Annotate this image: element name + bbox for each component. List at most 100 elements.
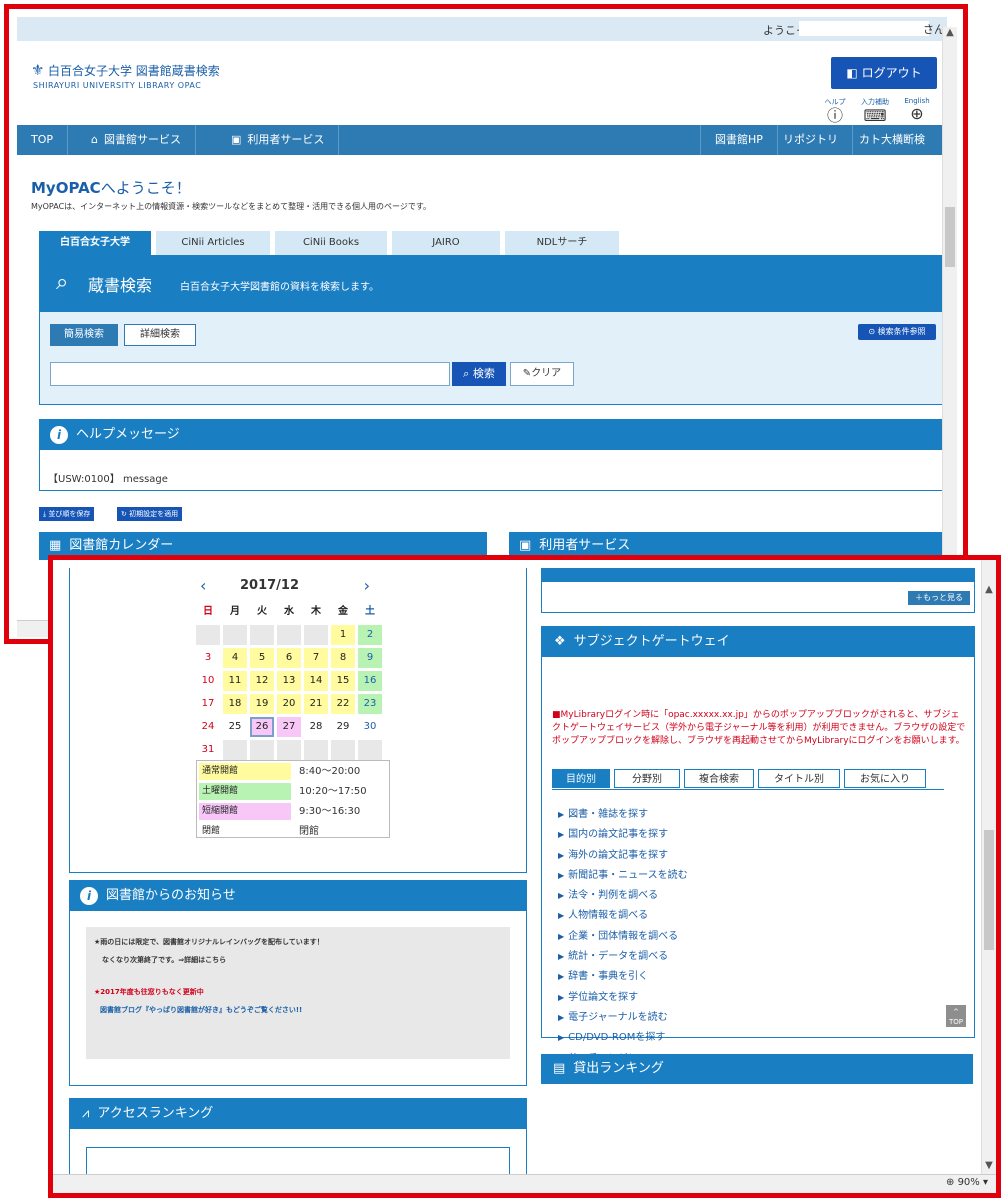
sgw-link[interactable]: ▶ 統計・データを調べる [558,947,958,967]
myopac-title: MyOPACへようこそ！ [31,177,191,198]
sgw-link[interactable]: ▶ 海外の論文記事を探す [558,846,958,866]
calendar-day[interactable]: 2 [358,625,382,645]
nav-cross-search[interactable]: カト大横断検索 [845,125,947,176]
sgw-link[interactable]: ▶ 国内の論文記事を探す [558,825,958,845]
calendar-day[interactable]: 10 [196,671,220,691]
tab-shirayuri[interactable]: 白百合女子大学 [39,231,151,255]
sgw-link-label: CD/DVD-ROMを探す [568,1032,666,1044]
calendar-day[interactable]: 11 [223,671,247,691]
more-button[interactable]: ＋もっと見る [908,591,970,605]
sgw-link[interactable]: ▶ 電子ジャーナルを読む [558,1008,958,1028]
calendar-day[interactable]: 20 [277,694,301,714]
calendar-empty-cell [331,740,355,760]
calendar-day[interactable]: 26 [250,717,274,737]
sgw-alert: ■MyLibraryログイン時に「opac.xxxxx.xx.jp」からのポップ… [552,710,966,746]
calendar-day[interactable]: 3 [196,648,220,668]
calendar-day[interactable]: 15 [331,671,355,691]
calendar-day[interactable]: 19 [250,694,274,714]
detail-search-button[interactable]: 詳細検索 [124,324,196,346]
search-button[interactable]: ⌕ 検索 [452,362,506,386]
search-condition-button[interactable]: ⊙ 検索条件参照 [858,324,936,340]
sgw-link[interactable]: ▶ 図書・雑誌を探す [558,805,958,825]
reset-default-button[interactable]: ↻ 初期設定を適用 [117,507,183,521]
calendar-day[interactable]: 30 [358,717,382,737]
sgw-link[interactable]: ▶ 法令・判例を調べる [558,886,958,906]
nav-library-hp[interactable]: 図書館HP [700,125,778,155]
tab-cinii-articles[interactable]: CiNii Articles [156,231,270,255]
scroll-up-icon[interactable]: ▲ [982,584,996,595]
prev-month-icon[interactable]: ‹ [200,576,206,595]
calendar-day[interactable]: 22 [331,694,355,714]
search-subheading: 白百合女子大学図書館の資料を検索します。 [180,282,379,293]
nav-library-service[interactable]: ⌂ 図書館サービス [77,125,196,155]
tab-ndl-search[interactable]: NDLサーチ [505,231,619,255]
tab-cinii-books[interactable]: CiNii Books [275,231,387,255]
calendar-day[interactable]: 31 [196,740,220,760]
sgw-tab-title[interactable]: タイトル別 [758,769,840,788]
calendar-day[interactable]: 29 [331,717,355,737]
calendar-day[interactable]: 14 [304,671,328,691]
calendar-day[interactable]: 1 [331,625,355,645]
calendar-day[interactable]: 5 [250,648,274,668]
site-logo[interactable]: ⚜ 白百合女子大学 図書館蔵書検索 SHIRAYURI UNIVERSITY L… [31,61,220,90]
tab-jairo[interactable]: JAIRO [392,231,500,255]
sgw-link[interactable]: ▶ 人物情報を調べる [558,906,958,926]
triangle-right-icon: ▶ [558,931,565,941]
calendar-day[interactable]: 4 [223,648,247,668]
calendar-day[interactable]: 24 [196,717,220,737]
clear-button[interactable]: ✎クリア [510,362,574,386]
triangle-right-icon: ▶ [558,870,565,880]
back-to-top-button[interactable]: ^ TOP [946,1005,966,1027]
calendar-day[interactable]: 13 [277,671,301,691]
save-order-button[interactable]: ⤓ 並び順を保存 [39,507,95,521]
vertical-scrollbar-top[interactable]: ▲ [942,27,957,639]
search-input[interactable] [50,362,450,386]
calendar-day[interactable]: 16 [358,671,382,691]
calendar-day[interactable]: 21 [304,694,328,714]
calendar-day[interactable]: 23 [358,694,382,714]
scrollbar-thumb[interactable] [945,207,955,267]
simple-search-button[interactable]: 簡易検索 [50,324,118,346]
input-assist-link[interactable]: 入力補助 ⌨ [857,97,893,125]
sgw-link-label: 電子ジャーナルを読む [568,1011,668,1023]
calendar-day[interactable]: 28 [304,717,328,737]
next-month-icon[interactable]: › [364,576,370,595]
calendar-day[interactable]: 6 [277,648,301,668]
calendar-day[interactable]: 25 [223,717,247,737]
logout-button[interactable]: ◧ ログアウト [831,57,937,89]
scroll-down-icon[interactable]: ▼ [982,1160,996,1171]
vertical-scrollbar-bottom[interactable]: ▲ ▼ [981,560,996,1180]
notice-line-2[interactable]: なくなり次第終了です。⇒詳細はこちら [102,955,226,965]
notice-line-4[interactable]: 図書館ブログ『やっぱり図書館が好き』もどうぞご覧ください!! [100,1005,302,1015]
sgw-link[interactable]: ▶ CD/DVD-ROMを探す [558,1028,958,1048]
sgw-link-label: 海外の論文記事を探す [568,849,669,861]
sgw-tab-combined[interactable]: 複合検索 [684,769,754,788]
scrollbar-thumb[interactable] [984,830,994,950]
calendar-day[interactable]: 8 [331,648,355,668]
sgw-link[interactable]: ▶ 学位論文を探す [558,988,958,1008]
zoom-control[interactable]: ⊕ 90% ▾ [946,1177,988,1188]
calendar-day[interactable]: 12 [250,671,274,691]
calendar-day[interactable]: 27 [277,717,301,737]
nav-library-service-label: 図書館サービス [103,133,181,146]
sgw-tab-favorites[interactable]: お気に入り [844,769,926,788]
sgw-tab-field[interactable]: 分野別 [614,769,680,788]
english-link[interactable]: English ⊕ [899,97,935,123]
calendar-dow: 木 [311,606,321,617]
nav-repository[interactable]: リポジトリ [769,125,853,155]
scroll-up-icon[interactable]: ▲ [943,27,957,43]
nav-top[interactable]: TOP [17,125,69,155]
help-link[interactable]: ヘルプ ⓘ [817,97,853,125]
calendar-day[interactable]: 18 [223,694,247,714]
sgw-link[interactable]: ▶ 企業・団体情報を調べる [558,927,958,947]
nav-user-service-label: 利用者サービス [247,133,325,146]
calendar-day[interactable]: 9 [358,648,382,668]
sgw-tab-purpose[interactable]: 目的別 [552,769,610,788]
nav-user-service[interactable]: ▣ 利用者サービス [217,125,340,155]
calendar-empty-cell [304,625,328,645]
legend-label: 土曜開館 [199,783,291,800]
sgw-link[interactable]: ▶ 辞書・事典を引く [558,967,958,987]
calendar-day[interactable]: 17 [196,694,220,714]
sgw-link[interactable]: ▶ 新聞記事・ニュースを読む [558,866,958,886]
calendar-day[interactable]: 7 [304,648,328,668]
